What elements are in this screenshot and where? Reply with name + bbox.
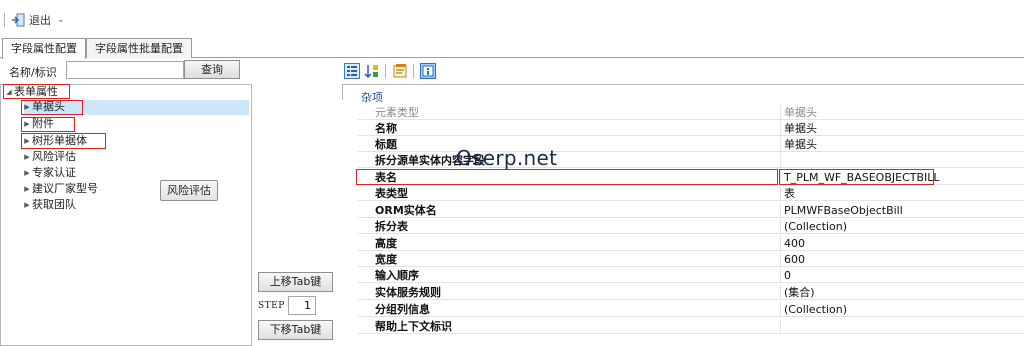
tree-item-expert-certification[interactable]: ▶ 专家认证: [22, 166, 76, 180]
property-value[interactable]: 单据头: [780, 137, 1024, 152]
sort-alpha-icon[interactable]: [364, 63, 380, 79]
toolbar-separator: [4, 13, 5, 27]
property-row[interactable]: 拆分源单实体内容字段: [358, 153, 1024, 168]
move-down-tab-button[interactable]: 下移Tab键: [258, 320, 333, 340]
tree-item-attachment[interactable]: ▶ 附件: [22, 117, 54, 131]
tree-item-tree-entity[interactable]: ▶ 树形单据体: [22, 134, 87, 148]
property-row-table-name[interactable]: 表名 T_PLM_WF_BASEOBJECTBILL: [358, 170, 1024, 185]
expand-arrow-icon[interactable]: ▶: [22, 166, 32, 180]
tab-bar: 字段属性配置 字段属性批量配置: [0, 38, 1024, 59]
tree-item-acquisition-team[interactable]: ▶ 获取团队: [22, 198, 76, 212]
property-value[interactable]: (Collection): [780, 219, 1024, 234]
property-row[interactable]: 输入顺序 0: [358, 268, 1024, 283]
property-name: 实体服务规则: [375, 286, 441, 299]
property-value: 单据头: [780, 105, 1024, 120]
property-name: 表名: [375, 171, 397, 184]
property-row[interactable]: 宽度 600: [358, 252, 1024, 267]
exit-button[interactable]: 退出 ⌄: [10, 11, 65, 29]
step-label: STEP: [258, 301, 285, 311]
move-up-tab-button[interactable]: 上移Tab键: [258, 272, 333, 292]
property-name: 拆分表: [375, 220, 408, 233]
property-row[interactable]: 拆分表 (Collection): [358, 219, 1024, 234]
property-value[interactable]: 0: [780, 268, 1024, 283]
property-name: 输入顺序: [375, 269, 419, 282]
tree-item-label: 单据头: [32, 100, 65, 113]
property-value[interactable]: 表: [780, 186, 1024, 201]
property-name: ORM实体名: [375, 204, 437, 217]
property-value[interactable]: [780, 153, 1024, 168]
property-row[interactable]: 标题 单据头: [358, 137, 1024, 152]
property-row[interactable]: 高度 400: [358, 236, 1024, 251]
collapse-arrow-icon[interactable]: ◢: [4, 85, 14, 99]
property-name: 拆分源单实体内容字段: [375, 154, 485, 167]
toolbar-separator: [413, 64, 414, 78]
property-value[interactable]: T_PLM_WF_BASEOBJECTBILL: [780, 170, 1024, 185]
property-name: 名称: [375, 122, 397, 135]
tab-field-property-config[interactable]: 字段属性配置: [2, 38, 86, 59]
property-category-misc: 杂项: [361, 91, 383, 104]
tree-item-label: 风险评估: [32, 150, 76, 163]
expand-arrow-icon[interactable]: ▶: [22, 117, 32, 131]
property-value[interactable]: (Collection): [780, 302, 1024, 317]
property-name: 元素类型: [375, 106, 419, 119]
property-name: 高度: [375, 237, 397, 250]
property-name: 分组列信息: [375, 303, 430, 316]
search-label: 名称/标识: [9, 66, 57, 79]
tree-item-risk-assessment[interactable]: ▶ 风险评估: [22, 150, 76, 164]
search-input[interactable]: [66, 61, 184, 79]
tree-item-label: 树形单据体: [32, 134, 87, 147]
property-name: 宽度: [375, 253, 397, 266]
property-name: 帮助上下文标识: [375, 320, 452, 333]
property-value[interactable]: (集合): [780, 285, 1024, 300]
top-toolbar: 退出 ⌄: [0, 0, 1024, 36]
expand-arrow-icon[interactable]: ▶: [22, 134, 32, 148]
sort-category-icon[interactable]: [344, 63, 360, 79]
tree-item-label: 获取团队: [32, 198, 76, 211]
property-value[interactable]: [780, 319, 1024, 334]
property-row[interactable]: 元素类型 单据头: [358, 105, 1024, 120]
query-button[interactable]: 查询: [184, 60, 240, 79]
property-grid-gutter: [342, 100, 358, 346]
property-value[interactable]: 400: [780, 236, 1024, 251]
property-pages-icon[interactable]: [392, 63, 408, 79]
tree-root[interactable]: ◢ 表单属性: [4, 85, 58, 99]
property-value[interactable]: 单据头: [780, 121, 1024, 136]
property-name: 标题: [375, 138, 397, 151]
expand-arrow-icon[interactable]: ▶: [22, 182, 32, 196]
property-row[interactable]: 帮助上下文标识: [358, 319, 1024, 334]
property-value[interactable]: PLMWFBaseObjectBill: [780, 203, 1024, 218]
info-icon[interactable]: [420, 63, 436, 79]
tab-field-property-batch-config[interactable]: 字段属性批量配置: [86, 38, 192, 58]
tree-item-suggested-vendor-model[interactable]: ▶ 建议厂家型号: [22, 182, 98, 196]
property-row[interactable]: 表类型 表: [358, 186, 1024, 201]
tree-item-bill-header[interactable]: ▶ 单据头: [22, 100, 65, 114]
property-row[interactable]: 名称 单据头: [358, 121, 1024, 136]
tree-item-label: 建议厂家型号: [32, 182, 98, 195]
property-name: 表类型: [375, 187, 408, 200]
chevron-down-icon[interactable]: ⌄: [57, 15, 65, 25]
expand-arrow-icon[interactable]: ▶: [22, 150, 32, 164]
toolbar-separator: [385, 64, 386, 78]
step-input[interactable]: [288, 296, 316, 315]
expand-arrow-icon[interactable]: ▶: [22, 198, 32, 212]
tree-root-label: 表单属性: [14, 85, 58, 98]
exit-icon: [12, 13, 25, 27]
property-value[interactable]: 600: [780, 252, 1024, 267]
property-row[interactable]: 分组列信息 (Collection): [358, 302, 1024, 317]
property-row[interactable]: ORM实体名 PLMWFBaseObjectBill: [358, 203, 1024, 218]
property-row[interactable]: 实体服务规则 (集合): [358, 285, 1024, 300]
tree-item-label: 专家认证: [32, 166, 76, 179]
tree-item-label: 附件: [32, 117, 54, 130]
expand-arrow-icon[interactable]: ▶: [22, 100, 32, 114]
risk-assessment-button[interactable]: 风险评估: [160, 180, 218, 201]
exit-label: 退出: [29, 14, 51, 27]
